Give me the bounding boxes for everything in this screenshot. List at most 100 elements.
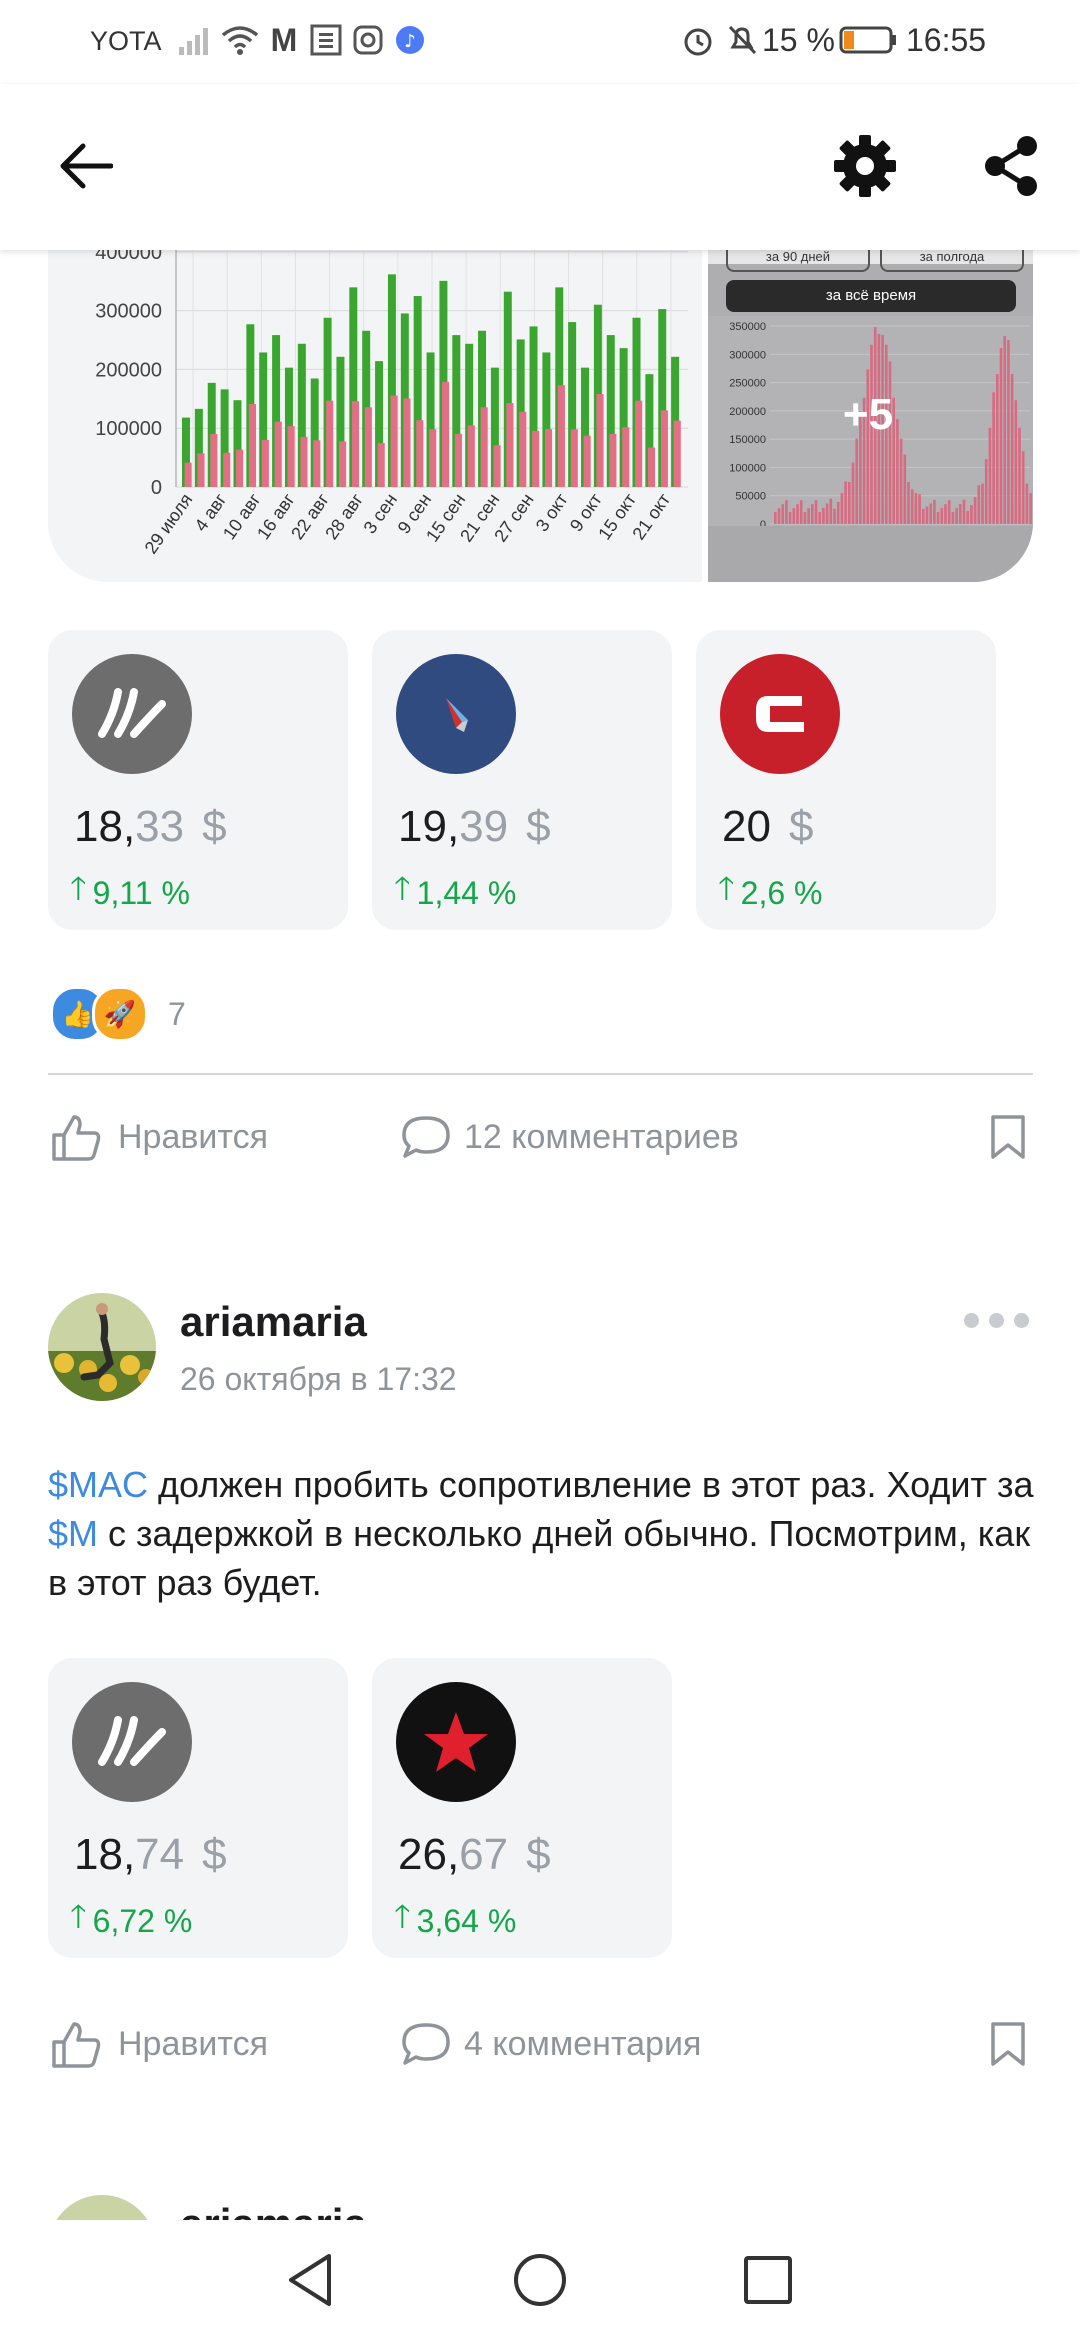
- thumb-x-labels-band: [708, 526, 1033, 582]
- ticker-price: 18,33 $: [74, 802, 227, 851]
- like-button[interactable]: Нравится: [50, 2019, 268, 2069]
- arrow-left-icon: [60, 143, 113, 189]
- post-author[interactable]: ariamaria: [180, 1298, 367, 1346]
- post-author[interactable]: ariamaria: [180, 2200, 367, 2220]
- thumb-bar: [955, 508, 958, 524]
- thumb-bar: [807, 508, 810, 524]
- chart-bar-pink: [210, 433, 218, 487]
- nav-recents-button[interactable]: [728, 2242, 808, 2318]
- chart-bar-pink: [635, 400, 643, 487]
- thumb-bar: [836, 501, 840, 524]
- arrow-up-icon: 🡑: [394, 870, 411, 906]
- bookmark-button[interactable]: [985, 1110, 1031, 1164]
- post-menu-button[interactable]: [964, 1300, 1034, 1340]
- thumb-bar: [903, 454, 907, 524]
- arrow-up-icon: 🡑: [70, 1898, 87, 1934]
- thumb-bar: [833, 508, 836, 524]
- thumb-bar: [840, 493, 844, 524]
- ticker-card[interactable]: 18,33 $ 🡑 9,11 %: [48, 630, 348, 930]
- waves-logo-icon: [72, 1682, 192, 1802]
- nav-back-button[interactable]: [270, 2242, 350, 2318]
- back-button[interactable]: [40, 126, 130, 206]
- comments-button[interactable]: 12 комментариев: [400, 1112, 739, 1162]
- chart-bar-pink: [313, 440, 321, 487]
- chart-bar-pink: [403, 398, 411, 487]
- thumb-bar: [1003, 335, 1006, 524]
- thumb-bar: [851, 462, 855, 524]
- thumb-bar: [1014, 400, 1018, 524]
- ticker-card[interactable]: 19,39 $ 🡑 1,44 %: [372, 630, 672, 930]
- chart-bar-pink: [583, 435, 591, 487]
- alarm-icon: [678, 20, 718, 60]
- thumb-bar: [944, 504, 947, 524]
- app-bar: [0, 84, 1080, 250]
- square-recents-icon: [744, 2256, 792, 2304]
- thumb-chart: 350000 300000 250000 200000 150000 100000 5000…: [708, 316, 1033, 582]
- chart-bar-pink: [519, 411, 527, 487]
- x-tick-label: 3 сен: [360, 490, 402, 537]
- bookmark-button[interactable]: [985, 2017, 1031, 2071]
- y-tick-label: 400000: [95, 250, 162, 264]
- gear-icon: [834, 135, 896, 197]
- chart-bar-pink: [596, 394, 604, 487]
- thumb-bar: [1018, 427, 1021, 524]
- avatar[interactable]: [48, 1293, 156, 1401]
- thumb-tab-half: за полгода: [880, 250, 1024, 272]
- chart-bar-pink: [570, 429, 578, 487]
- carrier-label: YOTA: [90, 26, 162, 56]
- nav-home-button[interactable]: [500, 2242, 580, 2318]
- thumb-bar: [848, 482, 851, 524]
- comments-button[interactable]: 4 комментария: [400, 2019, 701, 2069]
- comment-icon: [402, 1116, 450, 1158]
- chart-bar-pink: [467, 425, 475, 487]
- system-nav-bar: [0, 2220, 1080, 2340]
- reactions-summary[interactable]: 👍 🚀 7: [50, 986, 186, 1042]
- arrow-up-icon: 🡑: [394, 1898, 411, 1934]
- chart-bar-pink: [261, 439, 269, 487]
- thumb-bar: [803, 512, 807, 524]
- ticker-link[interactable]: $MAC: [48, 1464, 148, 1505]
- thumb-bar: [818, 511, 821, 524]
- thumb-bar: [814, 500, 818, 524]
- chart-bar-pink: [544, 429, 553, 487]
- bookmark-icon: [991, 2022, 1025, 2066]
- music-icon: ♪: [392, 20, 428, 60]
- arrow-up-icon: 🡑: [718, 870, 735, 906]
- thumb-bar: [966, 510, 969, 524]
- post-date[interactable]: 26 октября в 17:32: [180, 1361, 457, 1398]
- ticker-card[interactable]: 26,67 $ 🡑 3,64 %: [372, 1658, 672, 1958]
- thumb-bar: [855, 438, 858, 524]
- more-images-label: +5: [842, 390, 894, 439]
- next-post-peek: ariamaria: [0, 2195, 1080, 2220]
- chart-bar-pink: [274, 421, 282, 487]
- thumb-bar: [907, 482, 910, 524]
- chart-bar-pink: [236, 449, 244, 487]
- ticker-change: 🡑 6,72 %: [70, 1894, 192, 1948]
- thumb-bar: [918, 494, 921, 524]
- thumb-bar: [1025, 483, 1029, 524]
- thumb-bar: [929, 503, 932, 524]
- chart-bar-pink: [248, 403, 257, 487]
- ticker-price: 19,39 $: [398, 802, 551, 851]
- thumb-y-tick: 50000: [735, 491, 766, 503]
- avatar[interactable]: [48, 2195, 156, 2220]
- chart-bar-pink: [532, 430, 540, 487]
- ticker-card[interactable]: 18,74 $ 🡑 6,72 %: [48, 1658, 348, 1958]
- thumb-y-tick: 150000: [729, 434, 766, 446]
- thumb-bar: [981, 483, 984, 524]
- like-button[interactable]: Нравится: [50, 1112, 268, 1162]
- ticker-card[interactable]: 20 $ 🡑 2,6 %: [696, 630, 996, 930]
- share-button[interactable]: [966, 124, 1056, 208]
- chart-bar-pink: [557, 385, 565, 487]
- chart-bar-pink: [300, 436, 308, 487]
- divider: [48, 1073, 1033, 1075]
- thumb-tab-all: за всё время: [726, 280, 1016, 312]
- gallery-image-more[interactable]: за 90 дней за полгода за всё время 35000…: [708, 250, 1033, 582]
- ticker-link[interactable]: $M: [48, 1513, 98, 1554]
- chart-bar-pink: [390, 395, 398, 487]
- gallery-image-main[interactable]: 400000 300000 200000 100000 0 29 июля 4 авг 10 …: [48, 250, 702, 582]
- image-gallery[interactable]: 400000 300000 200000 100000 0 29 июля 4 авг 10 …: [48, 250, 1033, 582]
- settings-button[interactable]: [820, 124, 910, 208]
- thumb-bar: [796, 504, 799, 524]
- thumb-bar: [792, 508, 796, 524]
